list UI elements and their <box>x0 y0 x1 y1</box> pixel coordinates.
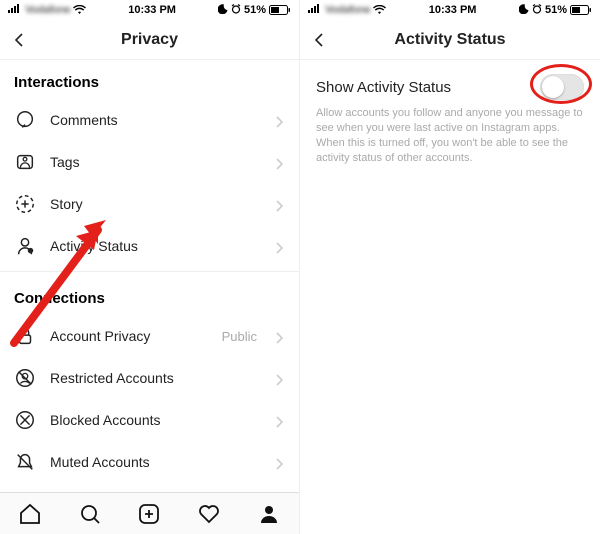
carrier-label: Vodafone <box>25 4 70 16</box>
chevron-right-icon <box>275 241 285 251</box>
row-label: Activity Status <box>50 238 261 254</box>
chevron-right-icon <box>275 115 285 125</box>
moon-icon <box>218 4 228 17</box>
status-bar: Vodafone 10:33 PM 51% <box>300 0 600 20</box>
chevron-right-icon <box>275 331 285 341</box>
tags-icon <box>14 151 36 173</box>
activity-icon <box>14 235 36 257</box>
row-aux: Public <box>222 329 257 344</box>
muted-icon <box>14 451 36 473</box>
tab-search[interactable] <box>77 501 103 527</box>
page-title: Activity Status <box>394 31 505 49</box>
phone-privacy: Vodafone 10:33 PM 51% <box>0 0 300 534</box>
row-account-privacy[interactable]: Account Privacy Public <box>0 315 299 357</box>
chevron-right-icon <box>275 415 285 425</box>
battery-icon <box>269 5 291 15</box>
alarm-icon <box>231 4 241 17</box>
setting-show-activity: Show Activity Status Allow accounts you … <box>300 60 600 179</box>
row-label: Restricted Accounts <box>50 370 261 386</box>
row-label: Muted Accounts <box>50 454 261 470</box>
battery-icon <box>570 5 592 15</box>
chevron-right-icon <box>275 199 285 209</box>
wifi-icon <box>373 5 386 15</box>
row-label: Blocked Accounts <box>50 412 261 428</box>
status-time: 10:33 PM <box>128 4 176 16</box>
divider <box>0 271 299 272</box>
status-bar: Vodafone 10:33 PM 51% <box>0 0 299 20</box>
blocked-icon <box>14 409 36 431</box>
row-label: Comments <box>50 112 261 128</box>
toggle-knob <box>542 76 564 98</box>
nav-header: Privacy <box>0 20 299 60</box>
battery-pct: 51% <box>545 4 567 16</box>
row-comments[interactable]: Comments <box>0 99 299 141</box>
status-time: 10:33 PM <box>429 4 477 16</box>
tab-profile[interactable] <box>256 501 282 527</box>
signal-icon <box>308 4 322 16</box>
chevron-right-icon <box>275 157 285 167</box>
row-story[interactable]: Story <box>0 183 299 225</box>
privacy-list: Interactions Comments Tags Story Activit… <box>0 60 299 534</box>
row-label: Account Privacy <box>50 328 208 344</box>
row-label: Tags <box>50 154 261 170</box>
row-restricted[interactable]: Restricted Accounts <box>0 357 299 399</box>
back-button[interactable] <box>310 30 330 50</box>
row-blocked[interactable]: Blocked Accounts <box>0 399 299 441</box>
restricted-icon <box>14 367 36 389</box>
moon-icon <box>519 4 529 17</box>
carrier-label: Vodafone <box>325 4 370 16</box>
comment-icon <box>14 109 36 131</box>
chevron-right-icon <box>275 373 285 383</box>
setting-title: Show Activity Status <box>316 79 451 96</box>
story-icon <box>14 193 36 215</box>
wifi-icon <box>73 5 86 15</box>
page-title: Privacy <box>121 31 178 49</box>
nav-header: Activity Status <box>300 20 600 60</box>
setting-description: Allow accounts you follow and anyone you… <box>316 106 584 165</box>
chevron-right-icon <box>275 457 285 467</box>
row-muted[interactable]: Muted Accounts <box>0 441 299 483</box>
battery-pct: 51% <box>244 4 266 16</box>
row-label: Story <box>50 196 261 212</box>
back-button[interactable] <box>10 30 30 50</box>
row-tags[interactable]: Tags <box>0 141 299 183</box>
section-header-interactions: Interactions <box>0 60 299 99</box>
lock-icon <box>14 325 36 347</box>
toggle-show-activity[interactable] <box>540 74 584 100</box>
tab-home[interactable] <box>17 501 43 527</box>
tab-new-post[interactable] <box>136 501 162 527</box>
signal-icon <box>8 4 22 16</box>
section-header-connections: Connections <box>0 276 299 315</box>
row-activity-status[interactable]: Activity Status <box>0 225 299 267</box>
tab-activity[interactable] <box>196 501 222 527</box>
tab-bar <box>0 492 299 534</box>
alarm-icon <box>532 4 542 17</box>
phone-activity-status: Vodafone 10:33 PM 51% Activity Status Sh… <box>300 0 600 534</box>
